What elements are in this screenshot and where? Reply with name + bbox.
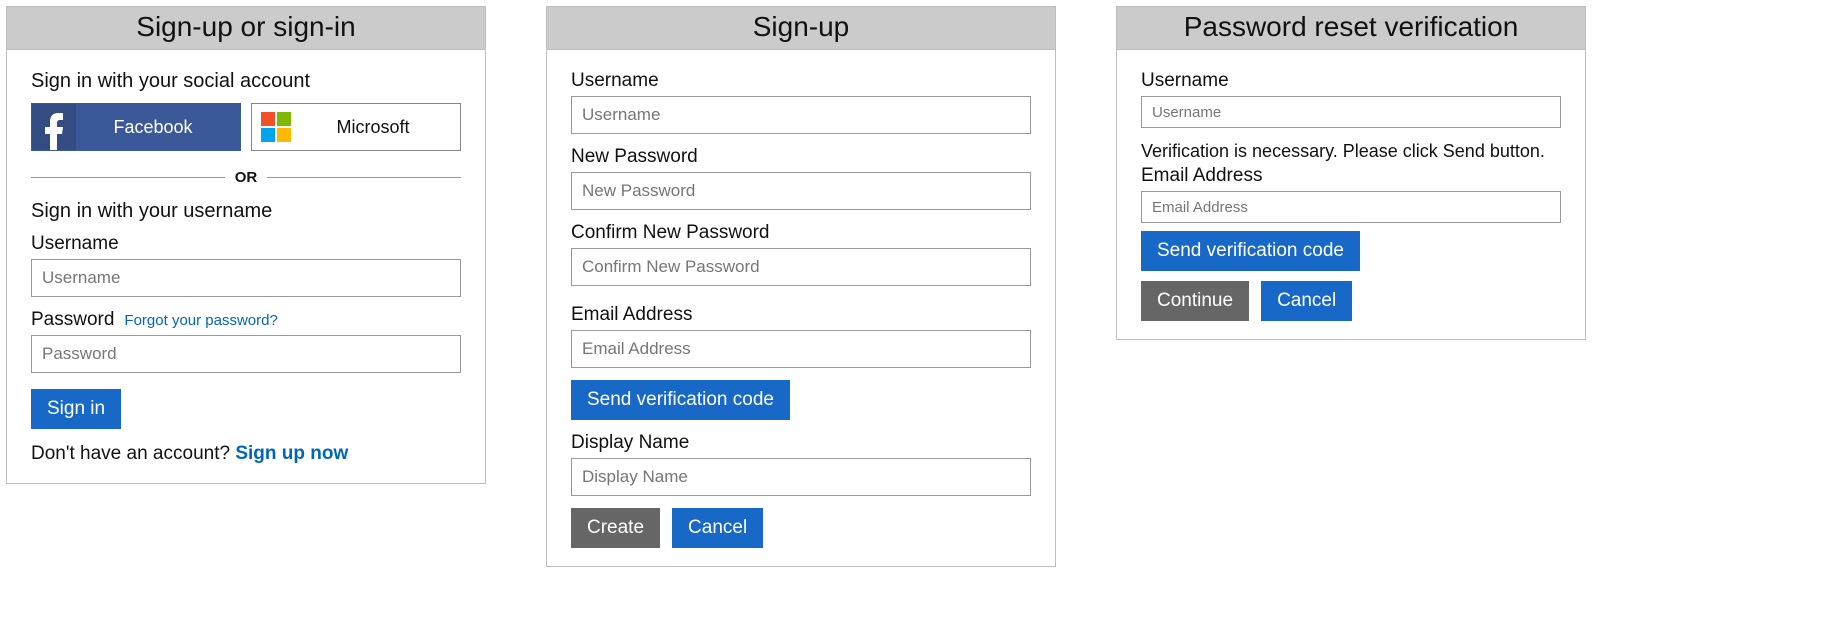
signup-displayname-label: Display Name <box>571 432 1031 454</box>
reset-continue-button[interactable]: Continue <box>1141 281 1249 321</box>
signup-prompt: Don't have an account? Sign up now <box>31 443 461 465</box>
signup-email-field: Email Address <box>571 304 1031 368</box>
reset-username-field: Username <box>1141 70 1561 128</box>
signup-panel: Sign-up Username New Password Confirm Ne… <box>546 6 1056 567</box>
signin-panel-body: Sign in with your social account Faceboo… <box>7 50 485 483</box>
reset-panel: Password reset verification Username Ver… <box>1116 6 1586 340</box>
facebook-button[interactable]: Facebook <box>31 103 241 151</box>
signup-newpassword-input[interactable] <box>571 172 1031 210</box>
reset-panel-body: Username Verification is necessary. Plea… <box>1117 50 1585 339</box>
signup-username-label: Username <box>571 70 1031 92</box>
signup-cancel-button[interactable]: Cancel <box>672 508 763 548</box>
reset-email-input[interactable] <box>1141 191 1561 223</box>
reset-email-field: Email Address <box>1141 165 1561 223</box>
reset-send-code-button[interactable]: Send verification code <box>1141 231 1360 271</box>
forgot-password-link[interactable]: Forgot your password? <box>124 312 277 329</box>
signup-confirmpassword-label: Confirm New Password <box>571 222 1031 244</box>
social-button-row: Facebook Microsoft <box>31 103 461 151</box>
microsoft-icon <box>252 104 300 150</box>
signin-username-label: Username <box>31 233 461 255</box>
facebook-icon <box>32 104 76 150</box>
signup-send-code-button[interactable]: Send verification code <box>571 380 790 420</box>
reset-panel-title: Password reset verification <box>1117 7 1585 50</box>
microsoft-button-label: Microsoft <box>300 117 460 138</box>
signup-displayname-input[interactable] <box>571 458 1031 496</box>
signup-email-label: Email Address <box>571 304 1031 326</box>
or-divider: OR <box>31 169 461 186</box>
signup-now-link[interactable]: Sign up now <box>235 443 348 464</box>
signin-password-label: Password <box>31 309 114 331</box>
social-signin-title: Sign in with your social account <box>31 70 461 93</box>
reset-username-label: Username <box>1141 70 1561 92</box>
facebook-button-label: Facebook <box>76 117 240 138</box>
signup-create-button[interactable]: Create <box>571 508 660 548</box>
signup-username-field: Username <box>571 70 1031 134</box>
username-signin-title: Sign in with your username <box>31 200 461 223</box>
reset-username-input[interactable] <box>1141 96 1561 128</box>
signup-email-input[interactable] <box>571 330 1031 368</box>
reset-cancel-button[interactable]: Cancel <box>1261 281 1352 321</box>
signin-panel-title: Sign-up or sign-in <box>7 7 485 50</box>
signup-displayname-field: Display Name <box>571 432 1031 496</box>
signup-newpassword-label: New Password <box>571 146 1031 168</box>
reset-verify-message: Verification is necessary. Please click … <box>1141 140 1561 163</box>
reset-email-label: Email Address <box>1141 165 1561 187</box>
signup-confirmpassword-field: Confirm New Password <box>571 222 1031 286</box>
signin-username-field: Username <box>31 233 461 297</box>
microsoft-button[interactable]: Microsoft <box>251 103 461 151</box>
signup-panel-body: Username New Password Confirm New Passwo… <box>547 50 1055 566</box>
signin-panel: Sign-up or sign-in Sign in with your soc… <box>6 6 486 484</box>
signin-button[interactable]: Sign in <box>31 389 121 429</box>
signin-username-input[interactable] <box>31 259 461 297</box>
signup-newpassword-field: New Password <box>571 146 1031 210</box>
signin-password-field: Password Forgot your password? <box>31 309 461 373</box>
or-divider-text: OR <box>225 169 268 186</box>
signin-password-input[interactable] <box>31 335 461 373</box>
signup-username-input[interactable] <box>571 96 1031 134</box>
no-account-text: Don't have an account? <box>31 443 235 464</box>
signup-panel-title: Sign-up <box>547 7 1055 50</box>
signup-confirmpassword-input[interactable] <box>571 248 1031 286</box>
